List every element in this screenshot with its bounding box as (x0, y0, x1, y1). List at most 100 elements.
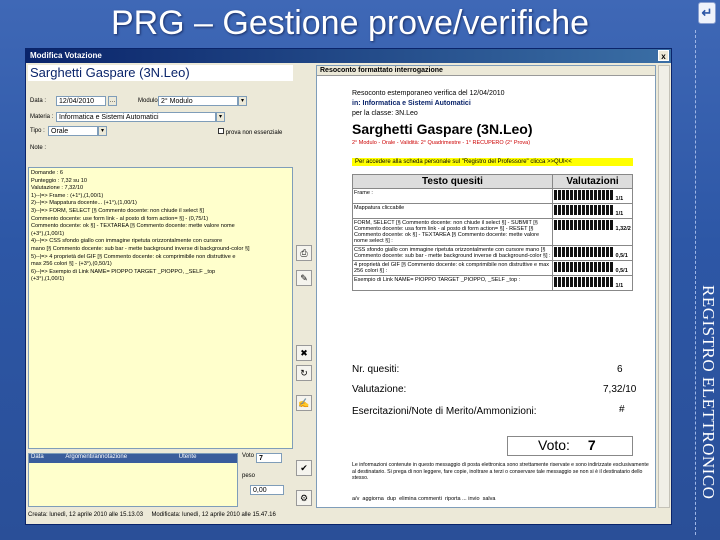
chevron-down-icon[interactable]: ▾ (238, 96, 247, 106)
print-icon[interactable]: ⎙ (296, 245, 312, 261)
date-picker-button[interactable]: … (108, 96, 117, 106)
note-line: 3)--|=> FORM, SELECT [§ Commento docente… (31, 207, 204, 214)
check-icon[interactable]: ✔ (296, 460, 312, 476)
table-row: Mappatura cliccabile 1/1 (352, 203, 633, 219)
table-row: 4 proprietà del GIF [§ Commento docente:… (352, 260, 633, 276)
prova-checkbox-label[interactable]: prova non essenziale (218, 128, 293, 136)
note-line: Commento docente: ok §] - TEXTAREA [§ Co… (31, 223, 235, 230)
voto-select[interactable]: 7 (256, 453, 282, 463)
note-line: 2)--|=> Mappatura docente... (+1°),(1,00… (31, 200, 137, 207)
student-name: Sarghetti Gaspare (3N.Leo) (28, 65, 293, 81)
modified-status: Modificata: lunedì, 12 aprile 2010 alle … (151, 512, 276, 518)
report-header: Resoconto formattato interrogazione (317, 66, 655, 76)
peso-field[interactable]: 0,00 (250, 485, 284, 495)
report-line1: Resoconto estemporaneo verifica del 12/0… (352, 90, 505, 97)
note-line: 4)--|=> CSS sfondo giallo con immagine r… (31, 238, 223, 245)
action-dup[interactable]: dup (387, 496, 396, 502)
question-score-cell: 1/1 (552, 275, 633, 291)
action-aggiorna[interactable]: aggiorna (362, 496, 383, 502)
note-line: Commento docente: use form link - al pos… (31, 215, 209, 222)
delete-icon[interactable]: ✖ (296, 345, 312, 361)
table-row: CSS sfondo giallo con immagine ripetuta … (352, 245, 633, 261)
table-row: FORM, SELECT [§ Commento docente: non ch… (352, 218, 633, 246)
report-panel: Resoconto formattato interrogazione Reso… (316, 65, 656, 508)
scheda-link[interactable]: Per accedere alla scheda personale sul "… (352, 158, 633, 166)
note-line: mano [§ Commento docente: sub bar - mett… (31, 245, 250, 252)
question-text: Esempio di Link NAME= PIOPPO TARGET _PIO… (352, 275, 553, 291)
window-titlebar: Modifica Votazione x (26, 49, 671, 63)
question-text: 4 proprietà del GIF [§ Commento docente:… (352, 260, 553, 276)
annotations-header: Data Argomenti/annotazione Utente (29, 454, 237, 463)
edit-icon[interactable]: ✍ (296, 395, 312, 411)
date-field[interactable]: 12/04/2010 (56, 96, 106, 106)
note-line: max 256 colori §] - (+3°),(0,50/1) (31, 261, 112, 268)
chevron-down-icon[interactable]: ▾ (98, 126, 107, 136)
voto-box: Voto: 7 (507, 436, 633, 456)
table-row: Esempio di Link NAME= PIOPPO TARGET _PIO… (352, 275, 633, 291)
esercitazioni-label: Esercitazioni/Note di Merito/Ammonizioni… (352, 406, 537, 417)
action-salva[interactable]: salva (483, 496, 496, 502)
question-score: 0,5/1 (615, 268, 628, 274)
question-text: Mappatura cliccabile (352, 203, 553, 219)
tipo-select[interactable]: Orale (48, 126, 98, 136)
report-line3: per la classe: 3N.Leo (352, 110, 418, 117)
materia-label: Materia : (30, 114, 54, 120)
action-bar: a/v aggiorna dup elimina commenti riport… (352, 496, 652, 502)
report-subline: 2° Modulo - Orale - Validità: 2° Quadrim… (352, 140, 531, 146)
question-text: Frame : (352, 188, 553, 204)
data-label: Data : (30, 98, 47, 104)
note-line: 1)--|=> Frame : (+1°),(1,00/1) (31, 192, 104, 199)
col-data: Data (31, 454, 44, 460)
vote-panel: Voto 7 peso 0,00 (242, 453, 294, 507)
close-button[interactable]: x (658, 50, 669, 61)
side-label: REGISTRO ELETTRONICO (699, 285, 718, 500)
modifica-votazione-window: Modifica Votazione x Sarghetti Gaspare (… (25, 48, 672, 525)
tipo-label: Tipo : (30, 128, 45, 134)
esercitazioni-value: # (619, 404, 625, 415)
question-text: FORM, SELECT [§ Commento docente: non ch… (352, 218, 553, 246)
report-scrollbar[interactable] (658, 65, 670, 508)
status-bar: Creata: lunedì, 12 aprile 2010 alle 15.1… (28, 510, 669, 523)
score-bar (554, 190, 614, 200)
window-title: Modifica Votazione (30, 51, 102, 60)
tool-column: ⎙ ✎ ✖ ↻ ✍ ✔ ⚙ (294, 65, 314, 508)
slide-title: PRG – Gestione prove/verifiche (110, 4, 590, 42)
return-icon[interactable]: ↵ (698, 2, 716, 24)
peso-label: peso (242, 473, 256, 479)
created-status: Creata: lunedì, 12 aprile 2010 alle 15.1… (28, 512, 144, 518)
question-score-cell: 1/1 (552, 203, 633, 219)
notes-area[interactable]: Domande : 6 Punteggio : 7,32 su 10 Valut… (28, 167, 293, 449)
voto-final-value: 7 (587, 437, 596, 453)
nr-quesiti-label: Nr. quesiti: (352, 364, 400, 375)
materia-select[interactable]: Informatica e Sistemi Automatici (56, 112, 216, 122)
annotations-list[interactable]: Data Argomenti/annotazione Utente (28, 453, 238, 507)
note-line: Domande : 6 (31, 170, 64, 176)
question-score: 1/1 (615, 283, 624, 289)
action-elimina[interactable]: elimina commenti (399, 496, 442, 502)
note-line: Punteggio : 7,32 su 10 (31, 177, 87, 184)
tools-icon[interactable]: ⚙ (296, 490, 312, 506)
col-annotazione: Argomenti/annotazione (65, 454, 128, 460)
note-line: 5)--|=> 4 proprietà del GIF [§ Commento … (31, 253, 236, 260)
note-icon[interactable]: ✎ (296, 270, 312, 286)
left-panel: Sarghetti Gaspare (3N.Leo) Data : 12/04/… (28, 65, 293, 508)
col-valutazioni: Valutazioni (552, 174, 633, 189)
action-av[interactable]: a/v (352, 496, 359, 502)
action-invio[interactable]: riporta ... invio (445, 496, 480, 502)
score-bar (554, 262, 614, 272)
question-score: 1/1 (615, 211, 624, 217)
chevron-down-icon[interactable]: ▾ (216, 112, 225, 122)
table-row: Frame : 1/1 (352, 188, 633, 204)
col-testo-quesiti: Testo quesiti (352, 174, 553, 189)
report-line2: in: Informatica e Sistemi Automatici (352, 100, 471, 107)
note-line: (+3°),(1,00/1) (31, 230, 65, 237)
nr-quesiti-value: 6 (617, 364, 623, 375)
privacy-disclaimer: Le informazioni contenute in questo mess… (352, 462, 649, 481)
modulo-select[interactable]: 2° Modulo (158, 96, 238, 106)
question-score-cell: 1/1 (552, 188, 633, 204)
question-score: 0,5/1 (615, 253, 628, 259)
score-bar (554, 277, 614, 287)
refresh-icon[interactable]: ↻ (296, 365, 312, 381)
score-bar (554, 205, 614, 215)
question-score: 1/1 (615, 196, 624, 202)
